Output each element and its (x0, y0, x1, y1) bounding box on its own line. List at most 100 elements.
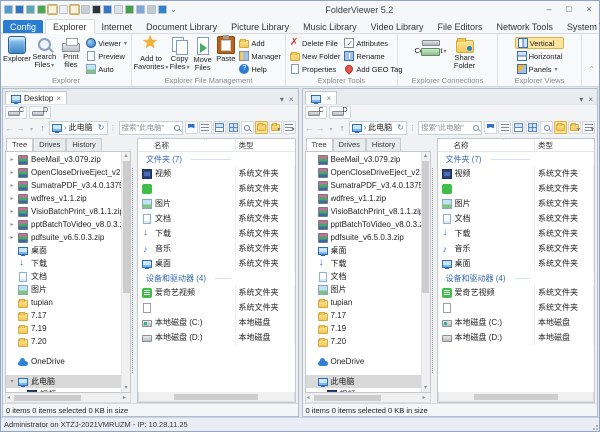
panel-tab[interactable] (304, 91, 338, 104)
folder-options-button[interactable] (268, 121, 282, 134)
delete-file-button[interactable]: Delete File (288, 37, 342, 49)
scroll-thumb[interactable] (473, 393, 558, 400)
history-dropdown-icon[interactable] (27, 123, 36, 133)
scroll-thumb[interactable] (14, 394, 82, 401)
tree-item[interactable]: 7.20 (306, 335, 421, 348)
tree-item[interactable]: BeeMail_v3.079.zip (306, 153, 421, 166)
auto-button[interactable]: Auto (84, 63, 129, 75)
splitter-handle[interactable] (431, 168, 436, 373)
expander-icon[interactable]: ▸ (9, 221, 15, 228)
list-row[interactable]: 爱奇艺视频 系统文件夹 (138, 285, 295, 300)
tree-item[interactable] (306, 368, 421, 375)
tree-item[interactable]: 7.17 (306, 309, 421, 322)
expander-icon[interactable]: ▸ (9, 208, 15, 215)
column-header-type[interactable]: 类型 (234, 139, 295, 151)
split-horizontal-button[interactable] (512, 121, 525, 134)
tree-item[interactable]: OneDrive (6, 355, 121, 368)
quick-access-icon[interactable] (147, 5, 156, 14)
list-row[interactable]: 下载 系统文件夹 (438, 226, 594, 241)
list-row[interactable]: 下载 系统文件夹 (138, 226, 295, 241)
tree-item[interactable] (306, 348, 421, 355)
list-row[interactable]: 视频 系统文件夹 (138, 166, 295, 181)
quick-access-icon[interactable] (125, 5, 134, 14)
viewer-button[interactable]: Viewer (84, 37, 129, 49)
minimize-button[interactable]: – (539, 2, 559, 17)
new-folder-button[interactable]: New Folder (288, 50, 342, 62)
ribbon-tab[interactable]: Video Library (364, 20, 431, 33)
pin-view-button[interactable] (184, 121, 198, 134)
details-view-button[interactable] (498, 121, 511, 134)
ribbon-tab[interactable]: Internet (95, 20, 140, 33)
resize-grip[interactable] (589, 421, 599, 431)
quick-access-icon[interactable] (81, 5, 90, 14)
quick-access-icon[interactable] (15, 5, 24, 14)
tree-item[interactable]: VisioBatchPrint_v8.1.1.zip (306, 205, 421, 218)
tree-item[interactable]: 7.20 (6, 335, 121, 348)
tree-item[interactable]: 此电脑 (305, 375, 421, 388)
quick-access-icon[interactable] (136, 5, 145, 14)
list-row[interactable]: 设备和驱动器 (4) (138, 271, 295, 285)
split-horizontal-button[interactable] (212, 121, 226, 134)
list-horizontal-scrollbar[interactable] (437, 392, 594, 402)
ribbon-tab[interactable]: System Tools (560, 20, 600, 33)
tree-item[interactable]: OneDrive (306, 355, 421, 368)
quick-access-icon[interactable] (47, 4, 58, 15)
tree-item[interactable]: ▸ VisioBatchPrint_v8.1.1.zip (6, 205, 121, 218)
scroll-up-icon[interactable] (124, 152, 127, 160)
quick-access-icon[interactable] (92, 5, 101, 14)
back-icon[interactable] (305, 123, 314, 133)
properties-button[interactable]: Properties (288, 63, 342, 75)
scroll-up-icon[interactable] (424, 152, 427, 160)
list-row[interactable]: 文档 系统文件夹 (138, 211, 295, 226)
add-geo-tag-button[interactable]: Add GEO Tag (342, 63, 404, 75)
quick-access-icon[interactable] (4, 5, 13, 14)
expander-icon[interactable]: ▾ (9, 378, 15, 385)
panel-tab-desktop[interactable]: Desktop (5, 91, 68, 104)
tree-item[interactable]: 文档 (306, 270, 421, 283)
layout-dropdown-button[interactable] (282, 121, 296, 134)
tree-item[interactable]: OpenCloseDriveEject_v2.66.zip (306, 166, 421, 179)
forward-icon[interactable] (316, 123, 325, 133)
scroll-down-icon[interactable] (424, 384, 427, 392)
expander-icon[interactable]: ▸ (9, 169, 15, 176)
tree-item[interactable]: 下载 (6, 257, 121, 270)
scroll-right-icon[interactable] (423, 394, 429, 401)
tree-tab[interactable]: History (365, 138, 402, 151)
tree-item[interactable]: ▸ wdfres_v1.1.zip (6, 192, 121, 205)
tree-item[interactable]: 7.19 (6, 322, 121, 335)
rename-button[interactable]: Rename (342, 50, 404, 62)
refresh-icon[interactable] (98, 123, 105, 132)
tree-tab[interactable]: History (66, 138, 102, 151)
scroll-left-icon[interactable] (307, 394, 313, 401)
zoom-button[interactable] (540, 121, 553, 134)
list-row[interactable]: 系统文件夹 (438, 300, 594, 315)
tree-item[interactable]: wdfres_v1.1.zip (306, 192, 421, 205)
list-row[interactable]: 本地磁盘 (D:) 本地磁盘 (138, 330, 295, 345)
grid-view-button[interactable] (226, 121, 240, 134)
ribbon-tab[interactable]: Explorer (45, 19, 95, 34)
quick-access-icon[interactable] (37, 5, 46, 14)
scroll-thumb[interactable] (313, 394, 381, 401)
tree-item[interactable]: pdfsuite_v6.5.0.3.zip (306, 231, 421, 244)
tree-item[interactable]: SumatraPDF_v3.4.0.13758.zip (306, 179, 421, 192)
tree-item[interactable]: 图片 (306, 283, 421, 296)
scroll-down-icon[interactable] (124, 384, 127, 392)
manager-button[interactable]: Manager (237, 50, 283, 62)
ribbon-tab[interactable]: Config (3, 20, 44, 33)
paste-button[interactable]: Paste (214, 35, 237, 63)
tree-item[interactable]: 图片 (6, 283, 121, 296)
tree-item[interactable]: ▸ pptBatchToVideo_v8.0.3.zip (6, 218, 121, 231)
connect-button[interactable]: Connect (414, 35, 448, 56)
list-row[interactable]: 图片 系统文件夹 (438, 196, 594, 211)
search-files-button[interactable]: Search Files (31, 35, 58, 70)
up-icon[interactable] (38, 123, 47, 133)
back-icon[interactable] (5, 123, 14, 133)
quick-access-icon[interactable] (59, 5, 68, 14)
tree-horizontal-scrollbar[interactable] (304, 393, 431, 403)
ribbon-tab[interactable]: Music Library (296, 20, 364, 33)
folder-pane-button[interactable] (554, 121, 567, 134)
column-header-type[interactable]: 类型 (534, 139, 594, 151)
list-row[interactable]: 文件夹 (7) (138, 152, 295, 166)
list-row[interactable]: 文档 系统文件夹 (438, 211, 594, 226)
list-row[interactable]: 文件夹 (7) (438, 152, 595, 166)
